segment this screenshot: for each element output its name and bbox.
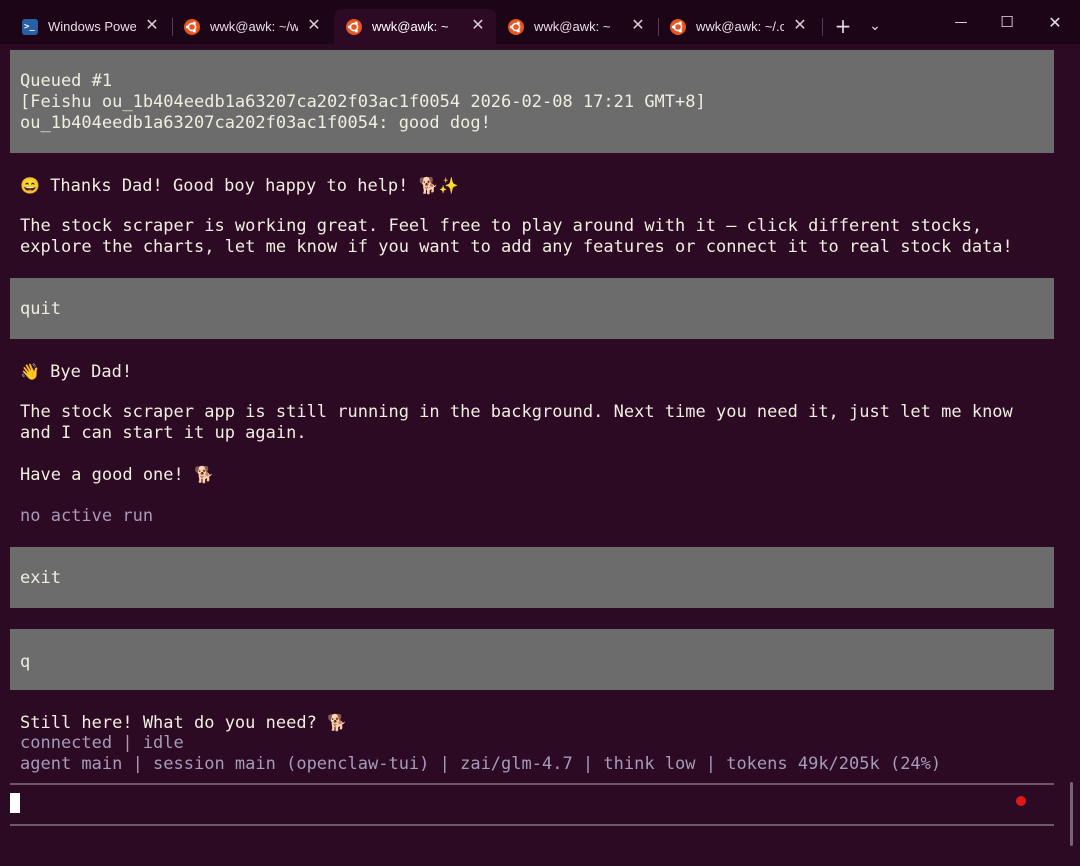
chevron-down-icon[interactable]: ⌄	[860, 12, 890, 40]
user-input-block	[10, 629, 1054, 690]
tab-windows-powershell[interactable]: Windows Powe ✕	[10, 9, 170, 44]
reply-text: Still here! What do you need? 🐕	[20, 712, 347, 734]
recording-indicator-icon	[1016, 796, 1026, 806]
minimize-button[interactable]: —	[938, 0, 984, 44]
scrollbar[interactable]	[1070, 782, 1073, 846]
ubuntu-icon	[508, 18, 524, 35]
close-icon[interactable]: ✕	[144, 18, 160, 34]
input-bottom-divider	[10, 824, 1054, 826]
ubuntu-icon	[670, 18, 686, 35]
tab-wwk-awk-config[interactable]: wwk@awk: ~/.c ✕	[658, 9, 818, 44]
powershell-icon	[22, 18, 38, 35]
user-input-block	[10, 547, 1054, 608]
dog-sparkles-icon: 🐕✨	[418, 176, 459, 195]
user-input-block	[10, 278, 1054, 339]
close-icon[interactable]: ✕	[630, 18, 646, 34]
input-top-divider	[10, 783, 1054, 785]
session-status: agent main | session main (openclaw-tui)…	[20, 754, 942, 774]
ubuntu-icon	[184, 18, 200, 35]
tab-label: wwk@awk: ~/w	[210, 19, 298, 34]
tab-wwk-awk-w[interactable]: wwk@awk: ~/w ✕	[172, 9, 332, 44]
greeting-text: Bye Dad!	[50, 362, 133, 382]
reply-greeting: 👋 Bye Dad!	[20, 361, 132, 383]
tab-divider	[822, 18, 823, 36]
dog-icon: 🐕	[194, 465, 214, 484]
new-tab-button[interactable]: +	[828, 12, 858, 40]
reply-paragraph-line: and I can start it up again.	[20, 423, 307, 443]
queued-text: ou_1b404eedb1a63207ca202f03ac1f0054: goo…	[20, 113, 491, 133]
title-bar: Windows Powe ✕ wwk@awk: ~/w ✕ wwk@awk: ~…	[0, 0, 1080, 44]
text-cursor[interactable]	[10, 793, 20, 813]
dog-icon: 🐕	[327, 713, 347, 732]
waving-hand-icon: 👋	[20, 362, 40, 381]
reply-greeting: 😄 Thanks Dad! Good boy happy to help! 🐕✨	[20, 175, 459, 197]
user-input-text: exit	[20, 568, 61, 588]
greeting-text: Thanks Dad! Good boy happy to help!	[50, 176, 409, 196]
close-window-button[interactable]: ✕	[1032, 0, 1078, 44]
closing-text: Have a good one!	[20, 465, 184, 485]
reply-message: Still here! What do you need?	[20, 713, 317, 733]
close-icon[interactable]: ✕	[470, 18, 486, 34]
reply-paragraph-line: explore the charts, let me know if you w…	[20, 237, 1013, 257]
user-input-text: q	[20, 652, 31, 672]
tab-label: Windows Powe	[48, 19, 136, 34]
close-icon[interactable]: ✕	[306, 18, 322, 34]
tab-wwk-awk-home-active[interactable]: wwk@awk: ~ ✕	[334, 9, 496, 44]
reply-paragraph-line: The stock scraper app is still running i…	[20, 402, 1013, 422]
queued-label: Queued #1	[20, 71, 113, 91]
queued-header: [Feishu ou_1b404eedb1a63207ca202f03ac1f0…	[20, 92, 706, 112]
reply-closing: Have a good one! 🐕	[20, 464, 214, 486]
user-input-text: quit	[20, 299, 61, 319]
tab-label: wwk@awk: ~/.c	[696, 19, 784, 34]
tab-wwk-awk-home[interactable]: wwk@awk: ~ ✕	[496, 9, 656, 44]
maximize-button[interactable]: ☐	[984, 0, 1030, 44]
ubuntu-icon	[346, 18, 362, 35]
tab-label: wwk@awk: ~	[372, 19, 449, 34]
reply-paragraph-line: The stock scraper is working great. Feel…	[20, 216, 983, 236]
tab-label: wwk@awk: ~	[534, 19, 611, 34]
close-icon[interactable]: ✕	[792, 18, 808, 34]
connection-status: connected | idle	[20, 733, 184, 753]
status-message: no active run	[20, 506, 154, 526]
grinning-face-icon: 😄	[20, 176, 40, 195]
